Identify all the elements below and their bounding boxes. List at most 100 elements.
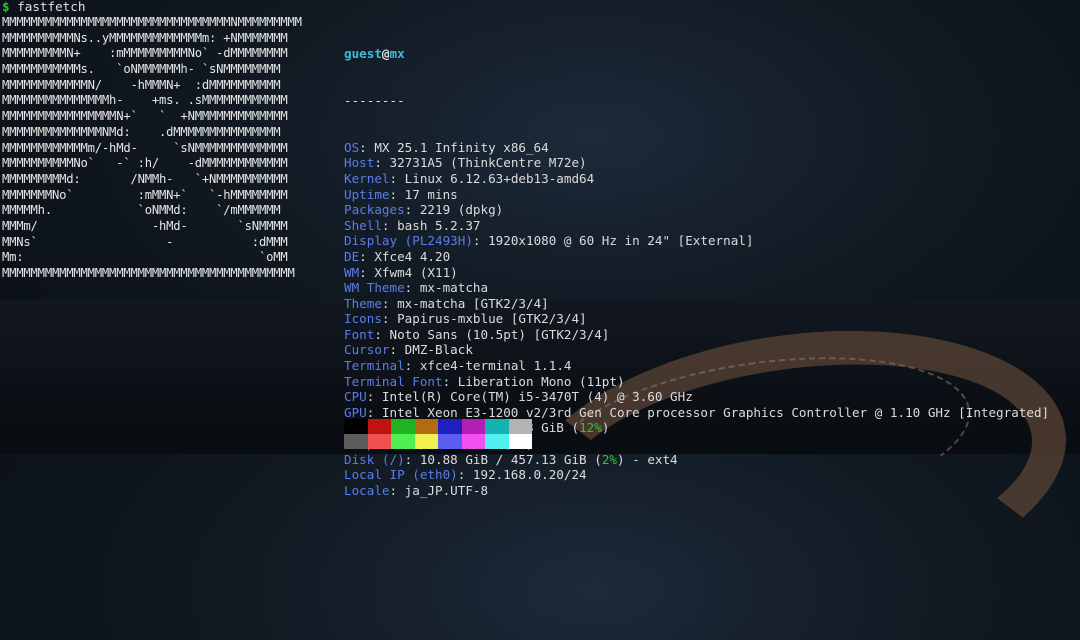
info-value: : MX 25.1 Infinity x86_64 xyxy=(359,139,549,155)
info-key: Theme xyxy=(344,295,382,311)
info-key: Font xyxy=(344,326,375,342)
info-title: guest@mx xyxy=(344,46,1049,62)
logo-line: MMMMMMMMMMMMm/-hMd- `sNMMMMMMMMMMMMM xyxy=(2,140,288,155)
logo-line: MMMMMMMNo` :mMMN+` `-hMMMMMMMM xyxy=(2,187,288,202)
info-value: : mx-matcha [GTK2/3/4] xyxy=(381,295,549,311)
info-key: Terminal Font xyxy=(344,373,443,389)
info-host: mx xyxy=(389,46,405,62)
color-swatch xyxy=(414,434,438,449)
info-row: Theme: mx-matcha [GTK2/3/4] xyxy=(344,296,1049,312)
info-key: GPU xyxy=(344,404,367,420)
logo-line: MMNs` - :dMMM xyxy=(2,234,288,249)
info-user: guest xyxy=(344,46,382,62)
color-swatch xyxy=(461,419,485,434)
info-value: : Noto Sans (10.5pt) [GTK2/3/4] xyxy=(374,326,610,342)
info-value: : 17 mins xyxy=(389,186,458,202)
color-swatch xyxy=(508,419,532,434)
logo-line: MMMMMMMMMMNs..yMMMMMMMMMMMMMm: +NMMMMMMM xyxy=(2,30,288,45)
logo-line: MMMMMMMMMMMMMMMMMMMMMMMMMMMMMMMMNMMMMMMM… xyxy=(2,15,302,29)
info-row: Cursor: DMZ-Black xyxy=(344,342,1049,358)
info-row: Icons: Papirus-mxblue [GTK2/3/4] xyxy=(344,311,1049,327)
info-row: Locale: ja_JP.UTF-8 xyxy=(344,483,1049,499)
info-separator: -------- xyxy=(344,92,405,108)
info-key: Packages xyxy=(344,202,405,218)
info-row: Local IP (eth0): 192.168.0.20/24 xyxy=(344,467,1049,483)
info-row: WM Theme: mx-matcha xyxy=(344,280,1049,296)
info-key: DE xyxy=(344,248,360,264)
color-swatch xyxy=(344,434,368,449)
color-swatch xyxy=(344,419,368,434)
logo-line: MMMMMh. `oNMMd: `/mMMMMMM xyxy=(2,203,281,218)
palette-row-bright xyxy=(344,434,532,449)
info-key: WM xyxy=(344,264,360,280)
color-swatch xyxy=(438,419,462,434)
logo-line: MMMMMMMMMMMMMMMh- +ms. .sMMMMMMMMMMMM xyxy=(2,93,288,108)
info-key: Kernel xyxy=(344,170,390,186)
info-row: Kernel: Linux 6.12.63+deb13-amd64 xyxy=(344,171,1049,187)
logo-line: MMMMMMMMMMMMMMMMN+` ` +NMMMMMMMMMMMMM xyxy=(2,109,288,124)
logo-line: MMMMMMMMMMMs. `oNMMMMMMh- `sNMMMMMMMM xyxy=(2,62,281,77)
color-swatch xyxy=(367,419,391,434)
info-value: : 192.168.0.20/24 xyxy=(457,467,587,483)
info-value: : Xfwm4 (X11) xyxy=(359,264,458,280)
info-value: : xfce4-terminal 1.1.4 xyxy=(404,358,572,374)
color-swatch xyxy=(391,434,415,449)
color-swatch xyxy=(367,434,391,449)
info-value: : 2219 (dpkg) xyxy=(404,202,504,218)
info-value: : ja_JP.UTF-8 xyxy=(389,482,489,498)
info-row: Terminal Font: Liberation Mono (11pt) xyxy=(344,374,1049,390)
info-value: : Intel(R) Core(TM) i5-3470T (4) @ 3.60 … xyxy=(366,389,693,405)
prompt-command: fastfetch xyxy=(17,0,86,14)
info-key: Cursor xyxy=(344,342,390,358)
logo-line: MMMMMMMMMMNo` -` :h/ -dMMMMMMMMMMMM xyxy=(2,156,288,171)
color-swatch xyxy=(485,419,509,434)
color-swatch xyxy=(391,419,415,434)
info-row: Uptime: 17 mins xyxy=(344,187,1049,203)
info-row: WM: Xfwm4 (X11) xyxy=(344,265,1049,281)
ascii-logo: MMMMMMMMMMMMMMMMMMMMMMMMMMMMMMMMNMMMMMMM… xyxy=(2,15,302,282)
palette-row-normal xyxy=(344,419,532,434)
info-value: : Intel Xeon E3-1200 v2/3rd Gen Core pro… xyxy=(366,404,1050,420)
info-value: : mx-matcha xyxy=(404,280,489,296)
info-key: Local IP (eth0) xyxy=(344,467,458,483)
color-swatch xyxy=(485,434,509,449)
info-row: OS: MX 25.1 Infinity x86_64 xyxy=(344,140,1049,156)
command-prompt: $ fastfetch xyxy=(2,0,85,14)
info-row: DE: Xfce4 4.20 xyxy=(344,249,1049,265)
info-at: @ xyxy=(381,46,390,62)
info-value: : Linux 6.12.63+deb13-amd64 xyxy=(389,170,595,186)
info-value: : Papirus-mxblue [GTK2/3/4] xyxy=(381,311,587,327)
info-row: Font: Noto Sans (10.5pt) [GTK2/3/4] xyxy=(344,327,1049,343)
info-key: Uptime xyxy=(344,186,390,202)
info-value: : 32731A5 (ThinkCentre M72e) xyxy=(374,155,587,171)
logo-line: MMMMMMMMMd: /NMMh- `+NMMMMMMMMMM xyxy=(2,171,288,186)
info-suffix: ) xyxy=(601,420,610,436)
color-swatch xyxy=(508,434,532,449)
color-palette xyxy=(344,419,532,449)
info-row: CPU: Intel(R) Core(TM) i5-3470T (4) @ 3.… xyxy=(344,389,1049,405)
info-key: Shell xyxy=(344,217,382,233)
info-row: Packages: 2219 (dpkg) xyxy=(344,202,1049,218)
info-percent: 12% xyxy=(579,420,602,436)
logo-line: MMMMMMMMMMMMN/ -hMMMN+ :dMMMMMMMMMM xyxy=(2,77,281,92)
info-value: : bash 5.2.37 xyxy=(381,217,481,233)
info-key: OS xyxy=(344,139,360,155)
info-key: Display (PL2493H) xyxy=(344,233,473,249)
prompt-symbol: $ xyxy=(2,0,10,14)
info-key: WM Theme xyxy=(344,280,405,296)
logo-line: MMMMMMMMMN+ :mMMMMMMMMMNo` -dMMMMMMMM xyxy=(2,46,288,61)
info-row: Terminal: xfce4-terminal 1.1.4 xyxy=(344,358,1049,374)
info-value: : Liberation Mono (11pt) xyxy=(442,373,625,389)
logo-line: MMMMMMMMMMMMMMMMMMMMMMMMMMMMMMMMMMMMMMMM… xyxy=(2,266,295,280)
info-key: Terminal xyxy=(344,358,405,374)
info-value: : 1920x1080 @ 60 Hz in 24" [External] xyxy=(472,233,754,249)
logo-line: Mm: `oMM xyxy=(2,250,288,265)
info-key: Locale xyxy=(344,482,390,498)
info-key: Icons xyxy=(344,311,382,327)
info-key: Host xyxy=(344,155,375,171)
info-value: : Xfce4 4.20 xyxy=(359,248,451,264)
info-row: Host: 32731A5 (ThinkCentre M72e) xyxy=(344,155,1049,171)
terminal-output[interactable]: $ fastfetch MMMMMMMMMMMMMMMMMMMMMMMMMMMM… xyxy=(0,0,1080,498)
info-row: Display (PL2493H): 1920x1080 @ 60 Hz in … xyxy=(344,233,1049,249)
color-swatch xyxy=(438,434,462,449)
